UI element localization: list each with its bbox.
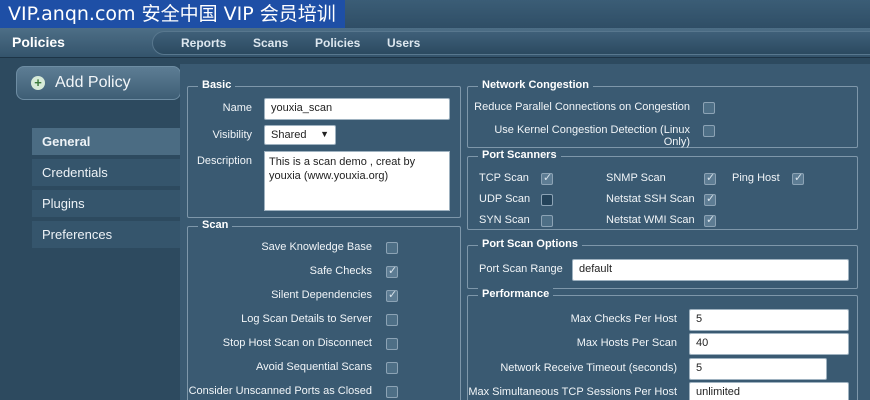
port-scan-range-input[interactable]: default: [572, 259, 849, 281]
add-policy-label: Add Policy: [55, 74, 131, 91]
policy-name-input[interactable]: youxia_scan: [264, 98, 450, 120]
tab-scans[interactable]: Scans: [253, 36, 288, 50]
safe-checks-checkbox[interactable]: [386, 264, 398, 278]
scanner-label: TCP Scan: [479, 172, 529, 184]
max-hosts-input[interactable]: 40: [689, 333, 849, 355]
tab-policies[interactable]: Policies: [315, 36, 360, 50]
description-label: Description: [196, 155, 252, 167]
receive-timeout-input[interactable]: 5: [689, 358, 827, 380]
add-policy-button[interactable]: + Add Policy: [16, 66, 181, 100]
stop-host-scan-checkbox[interactable]: [386, 338, 398, 350]
scanner-label: Ping Host: [732, 172, 780, 184]
visibility-select[interactable]: Shared ▼: [264, 125, 336, 145]
log-scan-details-checkbox[interactable]: [386, 314, 398, 326]
scan-option-label: Avoid Sequential Scans: [256, 361, 372, 373]
scanner-label: Netstat SSH Scan: [606, 193, 695, 205]
policy-sidebar: + Add Policy General Credentials Plugins…: [8, 64, 188, 400]
section-title: Policies: [12, 34, 65, 50]
tab-users[interactable]: Users: [387, 36, 420, 50]
sidebar-item-credentials[interactable]: Credentials: [32, 159, 180, 186]
scanner-label: UDP Scan: [479, 193, 531, 205]
performance-section: Performance Max Checks Per Host 5 Max Ho…: [467, 288, 858, 400]
network-congestion-legend: Network Congestion: [478, 79, 593, 91]
scan-option-label: Consider Unscanned Ports as Closed: [188, 385, 372, 397]
performance-legend: Performance: [478, 288, 554, 300]
udp-scan-checkbox[interactable]: [541, 194, 553, 206]
max-checks-input[interactable]: 5: [689, 309, 849, 331]
scan-section: Scan Save Knowledge Base Safe Checks Sil…: [187, 219, 461, 400]
plus-icon: +: [31, 76, 45, 90]
top-nav-bar: Policies Reports Scans Policies Users: [0, 28, 870, 58]
tab-reports[interactable]: Reports: [181, 36, 226, 50]
scan-option-label: Silent Dependencies: [271, 289, 372, 301]
netstat-wmi-checkbox[interactable]: [704, 213, 716, 227]
port-scanners-legend: Port Scanners: [478, 149, 561, 161]
sidebar-item-preferences[interactable]: Preferences: [32, 221, 180, 248]
snmp-scan-checkbox[interactable]: [704, 171, 716, 185]
scan-option-label: Stop Host Scan on Disconnect: [222, 337, 372, 349]
port-scan-options-section: Port Scan Options Port Scan Range defaul…: [467, 238, 858, 289]
ping-host-checkbox[interactable]: [792, 171, 804, 185]
unscanned-ports-closed-checkbox[interactable]: [386, 386, 398, 398]
reduce-parallel-checkbox[interactable]: [703, 102, 715, 114]
performance-label: Max Checks Per Host: [570, 313, 677, 325]
port-scan-options-legend: Port Scan Options: [478, 238, 582, 250]
scanner-label: SNMP Scan: [606, 172, 666, 184]
scan-legend: Scan: [198, 219, 233, 231]
congestion-option-label: Use Kernel Congestion Detection (Linux O…: [494, 124, 690, 148]
performance-label: Max Simultaneous TCP Sessions Per Host: [468, 386, 677, 398]
scan-option-label: Log Scan Details to Server: [241, 313, 372, 325]
max-tcp-sessions-input[interactable]: unlimited: [689, 382, 849, 400]
port-scanners-section: Port Scanners TCP Scan UDP Scan SYN Scan…: [467, 149, 858, 230]
save-knowledge-base-checkbox[interactable]: [386, 242, 398, 254]
visibility-value: Shared: [271, 129, 307, 141]
syn-scan-checkbox[interactable]: [541, 215, 553, 227]
chevron-down-icon: ▼: [320, 129, 329, 139]
scanner-label: Netstat WMI Scan: [606, 214, 695, 226]
avoid-sequential-scans-checkbox[interactable]: [386, 362, 398, 374]
network-congestion-section: Network Congestion Reduce Parallel Conne…: [467, 79, 858, 148]
sidebar-item-general[interactable]: General: [32, 128, 188, 155]
basic-section: Basic Name youxia_scan Visibility Shared…: [187, 79, 461, 218]
basic-legend: Basic: [198, 79, 236, 91]
kernel-congestion-checkbox[interactable]: [703, 125, 715, 137]
policy-form: Basic Name youxia_scan Visibility Shared…: [180, 64, 870, 400]
scan-option-label: Safe Checks: [309, 265, 372, 277]
netstat-ssh-checkbox[interactable]: [704, 192, 716, 206]
visibility-label: Visibility: [212, 129, 252, 141]
performance-label: Max Hosts Per Scan: [576, 337, 677, 349]
tcp-scan-checkbox[interactable]: [541, 171, 553, 185]
scan-option-label: Save Knowledge Base: [261, 241, 372, 253]
silent-dependencies-checkbox[interactable]: [386, 288, 398, 302]
window-titlebar: [345, 0, 870, 28]
performance-label: Network Receive Timeout (seconds): [500, 362, 677, 374]
name-label: Name: [222, 102, 252, 114]
nav-tabs: Reports Scans Policies Users: [152, 31, 870, 55]
description-textarea[interactable]: This is a scan demo , creat by youxia (w…: [264, 151, 450, 211]
congestion-option-label: Reduce Parallel Connections on Congestio…: [474, 101, 690, 113]
watermark-banner: VIP.anqn.com 安全中国 VIP 会员培训: [0, 0, 345, 28]
scanner-label: SYN Scan: [479, 214, 530, 226]
port-scan-range-label: Port Scan Range: [479, 263, 563, 275]
sidebar-item-plugins[interactable]: Plugins: [32, 190, 180, 217]
